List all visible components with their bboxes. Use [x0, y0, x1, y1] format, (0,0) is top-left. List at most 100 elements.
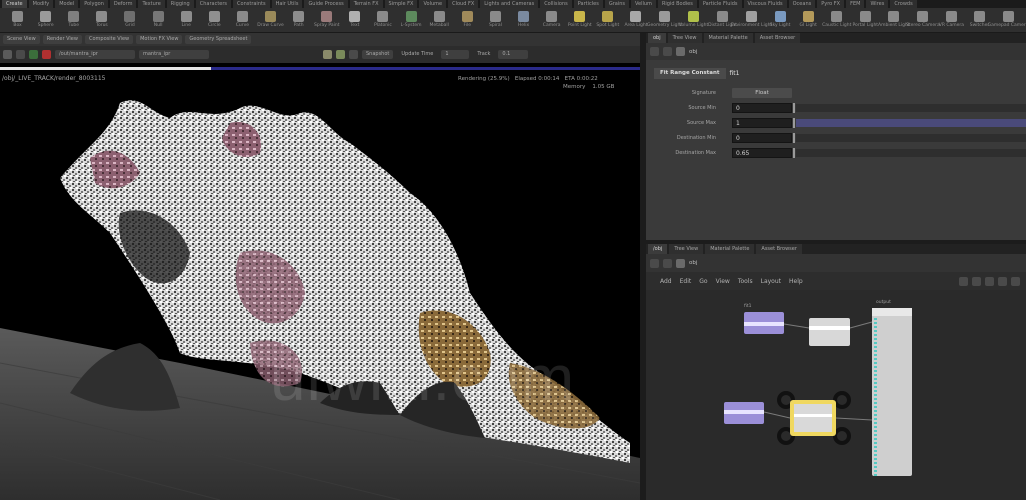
parameter-path[interactable]: obj [689, 49, 697, 55]
network-tool-icon[interactable] [1011, 276, 1020, 286]
shelf-tool-button[interactable]: Gamepad Camera [988, 9, 1026, 31]
shelf-tab[interactable]: Simple FX [384, 0, 418, 8]
parameter-value-field[interactable]: 0.65 [732, 148, 792, 158]
shelf-tool-button[interactable]: Line [173, 9, 200, 31]
shelf-tool-button[interactable]: Caustic Light [822, 9, 851, 31]
shelf-tab[interactable]: Cloud FX [448, 0, 479, 8]
stop-icon[interactable] [42, 50, 51, 59]
pane-tab[interactable]: obj [648, 33, 666, 43]
shelf-tab[interactable]: Oceans [788, 0, 816, 8]
pane-tab[interactable]: Composite View [84, 35, 134, 44]
shelf-tab[interactable]: Create [2, 0, 27, 8]
shelf-tab[interactable]: Model [55, 0, 79, 8]
shelf-tab[interactable]: Particles [573, 0, 603, 8]
shelf-tab[interactable]: Vellum [631, 0, 656, 8]
parameter-slider[interactable] [793, 133, 1026, 143]
shelf-tool-button[interactable]: Platonic [369, 9, 396, 31]
shelf-tool-button[interactable]: Helix [510, 9, 537, 31]
shelf-tool-button[interactable]: Geometry Light [647, 9, 682, 31]
refresh-icon[interactable] [16, 50, 25, 59]
network-tool-icon[interactable] [998, 276, 1007, 286]
shelf-tab[interactable]: Modify [28, 0, 54, 8]
shelf-tool-button[interactable]: L-System [398, 9, 425, 31]
render-icon[interactable] [3, 50, 12, 59]
signature-dropdown[interactable]: Float [732, 88, 792, 98]
network-path[interactable]: obj [689, 260, 697, 266]
parameter-value-field[interactable]: 0 [732, 103, 792, 113]
parameter-slider[interactable] [793, 148, 1026, 158]
shelf-tab[interactable]: Lights and Cameras [480, 0, 539, 8]
shelf-tool-button[interactable]: Point Light [566, 9, 593, 31]
shelf-tool-button[interactable]: VR Camera [938, 9, 965, 31]
parameter-value-field[interactable]: 0 [732, 133, 792, 143]
shelf-tab[interactable]: Characters [195, 0, 232, 8]
shelf-tool-button[interactable]: Torus [88, 9, 115, 31]
network-tool-icon[interactable] [985, 276, 994, 286]
shelf-tab[interactable]: Viscous Fluids [743, 0, 787, 8]
render-viewport[interactable]: /obj/_LIVE_TRACK/render_8003115 Renderin… [0, 63, 640, 500]
pane-tab[interactable]: Tree View [669, 244, 704, 254]
shelf-tool-button[interactable]: File [454, 9, 481, 31]
network-menu-item[interactable]: Help [789, 278, 803, 285]
pane-tab[interactable]: Asset Browser [756, 244, 802, 254]
shelf-tool-button[interactable]: GI Light [795, 9, 822, 31]
pane-tab[interactable]: Material Palette [705, 244, 755, 254]
render-node-dropdown[interactable]: mantra_ipr [139, 50, 209, 59]
shelf-tab[interactable]: Deform [109, 0, 137, 8]
network-menu-item[interactable]: Edit [680, 278, 692, 285]
slider-handle[interactable] [793, 103, 795, 113]
track-field[interactable]: 0.1 [498, 50, 529, 59]
slider-handle[interactable] [793, 148, 795, 158]
shelf-tool-button[interactable]: Spot Light [594, 9, 621, 31]
shelf-tab[interactable]: Collisions [540, 0, 572, 8]
shelf-tool-button[interactable]: Tube [60, 9, 87, 31]
network-tool-icon[interactable] [972, 276, 981, 286]
shelf-tool-button[interactable]: Spray Paint [313, 9, 340, 31]
shelf-tool-button[interactable]: Metaball [426, 9, 453, 31]
shelf-tool-button[interactable]: Grid [116, 9, 143, 31]
shelf-tool-button[interactable]: Environment Light [731, 9, 772, 31]
shelf-tab[interactable]: Crowds [890, 0, 917, 8]
shelf-tool-button[interactable]: Circle [201, 9, 228, 31]
shelf-tool-button[interactable]: Volume Light [679, 9, 708, 31]
update-time-field[interactable]: 1 [441, 50, 470, 59]
snapshot-button[interactable]: Snapshot [362, 50, 394, 59]
shelf-tool-button[interactable]: Curve [229, 9, 256, 31]
network-menu-item[interactable]: Layout [761, 278, 781, 285]
slider-handle[interactable] [793, 118, 795, 128]
network-menu-item[interactable]: Tools [738, 278, 753, 285]
color-icon[interactable] [349, 50, 358, 59]
network-tool-icon[interactable] [959, 276, 968, 286]
pane-tab[interactable]: /obj [648, 244, 668, 254]
pane-tab[interactable]: Scene View [3, 35, 40, 44]
shelf-tab[interactable]: Hair Utils [271, 0, 303, 8]
shelf-tool-button[interactable]: Draw Curve [257, 9, 284, 31]
shelf-tool-button[interactable]: Sphere [32, 9, 59, 31]
shelf-tool-button[interactable]: Portal Light [852, 9, 879, 31]
shelf-tab[interactable]: Pyro FX [817, 0, 845, 8]
node-name-field[interactable]: fit1 [730, 70, 740, 77]
forward-icon[interactable] [663, 258, 672, 268]
parameter-slider[interactable] [793, 118, 1026, 128]
forward-icon[interactable] [663, 47, 672, 56]
shelf-tab[interactable]: FEM [846, 0, 865, 8]
shelf-tool-button[interactable]: Null [145, 9, 172, 31]
shelf-tool-button[interactable]: Spiral [482, 9, 509, 31]
preview-icon[interactable] [336, 50, 345, 59]
shelf-tool-button[interactable]: Stereo Camera [906, 9, 940, 31]
slider-handle[interactable] [793, 133, 795, 143]
pane-tab[interactable]: Geometry Spreadsheet [185, 35, 252, 44]
shelf-tab[interactable]: Polygon [80, 0, 108, 8]
shelf-tool-button[interactable]: Ambient Light [878, 9, 910, 31]
shelf-tab[interactable]: Rigging [166, 0, 194, 8]
shelf-tab[interactable]: Texture [138, 0, 165, 8]
shelf-tab[interactable]: Wires [866, 0, 889, 8]
pane-tab[interactable]: Asset Browser [754, 33, 801, 43]
shelf-tab[interactable]: Guide Process [304, 0, 348, 8]
shelf-tool-button[interactable]: Box [4, 9, 31, 31]
shelf-tab[interactable]: Rigid Bodies [657, 0, 697, 8]
region-icon[interactable] [323, 50, 332, 59]
back-icon[interactable] [650, 258, 659, 268]
back-icon[interactable] [650, 47, 659, 56]
shelf-tab[interactable]: Constraints [233, 0, 270, 8]
